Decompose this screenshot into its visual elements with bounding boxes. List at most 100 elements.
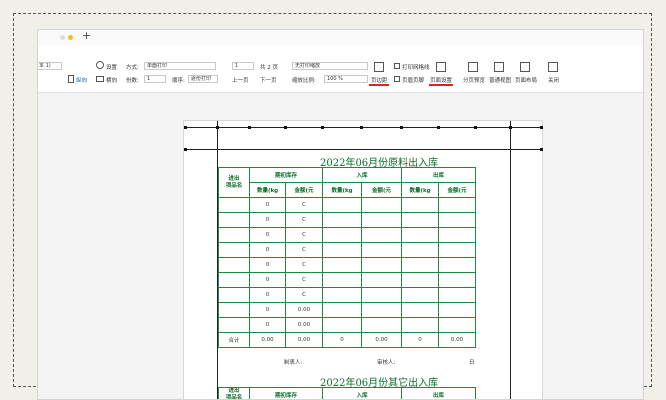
cell[interactable]	[218, 287, 250, 303]
page-number-input[interactable]: 1	[232, 62, 254, 70]
cell[interactable]	[361, 257, 403, 273]
cell[interactable]	[401, 227, 440, 243]
cell[interactable]	[401, 302, 440, 318]
cell[interactable]	[218, 272, 250, 288]
column-handle[interactable]	[248, 126, 251, 129]
cell[interactable]	[438, 257, 477, 273]
cell[interactable]: 0	[249, 302, 286, 318]
cell[interactable]: 0.00	[361, 332, 403, 348]
column-handle[interactable]	[284, 126, 287, 129]
cell[interactable]	[361, 227, 403, 243]
column-handle[interactable]	[437, 126, 440, 129]
cell[interactable]	[401, 242, 440, 258]
column-handle[interactable]	[540, 126, 543, 129]
cell[interactable]: 0	[249, 227, 286, 243]
cell[interactable]	[438, 302, 477, 318]
margins-button[interactable]: 页边距	[371, 76, 388, 84]
copies-input[interactable]: 1	[144, 75, 166, 83]
mode-select[interactable]: 单面打印	[144, 62, 216, 70]
column-handle[interactable]	[184, 126, 187, 129]
page-setup-button[interactable]: 页面设置	[430, 76, 452, 84]
font-select[interactable]: 本 1)	[38, 62, 62, 70]
gridlines-checkbox[interactable]	[394, 63, 400, 69]
cell[interactable]	[361, 287, 403, 303]
cell[interactable]	[322, 302, 363, 318]
cell[interactable]	[218, 317, 250, 333]
cell[interactable]	[361, 242, 403, 258]
cell[interactable]: 0	[249, 197, 286, 213]
cell[interactable]	[218, 302, 250, 318]
new-tab-button[interactable]: +	[82, 30, 91, 42]
column-handle[interactable]	[474, 126, 477, 129]
page-break-button[interactable]: 分页预览	[463, 76, 485, 84]
cell[interactable]: 0	[249, 317, 286, 333]
cell[interactable]: C	[284, 242, 324, 258]
scale-select[interactable]: 无打印缩放	[292, 62, 368, 70]
cell[interactable]	[361, 302, 403, 318]
cell[interactable]	[218, 197, 250, 213]
cell[interactable]: C	[284, 227, 324, 243]
cell[interactable]: 0	[401, 332, 440, 348]
page-layout-button[interactable]: 页面布局	[515, 76, 537, 84]
settings-button[interactable]: 设置	[106, 63, 117, 71]
normal-view-button[interactable]: 普通视图	[489, 76, 511, 84]
cell[interactable]: C	[284, 212, 324, 228]
cell[interactable]	[322, 197, 363, 213]
landscape-button[interactable]: 横向	[106, 76, 117, 84]
zoom-input[interactable]: 100 %	[324, 75, 368, 83]
cell[interactable]: 0.00	[284, 332, 324, 348]
cell[interactable]	[322, 227, 363, 243]
cell[interactable]	[322, 212, 363, 228]
cell[interactable]	[322, 317, 363, 333]
column-handle[interactable]	[321, 126, 324, 129]
margin-handle[interactable]	[184, 148, 187, 151]
cell[interactable]: 0	[249, 257, 286, 273]
cell[interactable]	[361, 272, 403, 288]
column-handle[interactable]	[360, 126, 363, 129]
right-margin-line[interactable]	[510, 121, 511, 399]
cell[interactable]	[438, 212, 477, 228]
cell[interactable]	[218, 242, 250, 258]
cell[interactable]	[361, 197, 403, 213]
cell[interactable]	[218, 212, 250, 228]
cell[interactable]	[322, 272, 363, 288]
cell[interactable]	[361, 212, 403, 228]
header-footer-button[interactable]: 页眉页脚	[402, 76, 424, 84]
cell[interactable]: 0.00	[438, 332, 477, 348]
next-page-button[interactable]: 下一页	[260, 76, 277, 84]
cell[interactable]	[438, 317, 477, 333]
cell[interactable]	[322, 242, 363, 258]
top-margin-line[interactable]	[184, 127, 542, 128]
portrait-button[interactable]: 纵向	[76, 76, 87, 84]
cell[interactable]	[401, 197, 440, 213]
cell[interactable]	[401, 257, 440, 273]
cell[interactable]	[438, 197, 477, 213]
cell[interactable]	[401, 317, 440, 333]
cell[interactable]	[322, 257, 363, 273]
cell[interactable]	[361, 317, 403, 333]
cell[interactable]	[218, 227, 250, 243]
cell[interactable]	[401, 287, 440, 303]
cell[interactable]	[438, 242, 477, 258]
cell[interactable]: 0	[249, 212, 286, 228]
cell[interactable]	[218, 257, 250, 273]
cell[interactable]: 0	[249, 287, 286, 303]
cell[interactable]: 0	[322, 332, 363, 348]
cell[interactable]: 0.00	[284, 317, 324, 333]
total-label[interactable]: 合计	[218, 332, 250, 348]
cell[interactable]: 0.00	[249, 332, 286, 348]
column-handle[interactable]	[400, 126, 403, 129]
cell[interactable]	[438, 287, 477, 303]
cell[interactable]	[438, 227, 477, 243]
header-margin-line[interactable]	[184, 149, 542, 150]
cell[interactable]: C	[284, 197, 324, 213]
close-button[interactable]: 关闭	[548, 76, 559, 84]
margin-handle[interactable]	[540, 148, 543, 151]
cell[interactable]	[322, 287, 363, 303]
order-select[interactable]: 逐份打印	[188, 75, 218, 83]
column-handle[interactable]	[216, 126, 219, 129]
cell[interactable]: 0	[249, 242, 286, 258]
cell[interactable]: C	[284, 287, 324, 303]
cell[interactable]	[401, 272, 440, 288]
cell[interactable]	[401, 212, 440, 228]
